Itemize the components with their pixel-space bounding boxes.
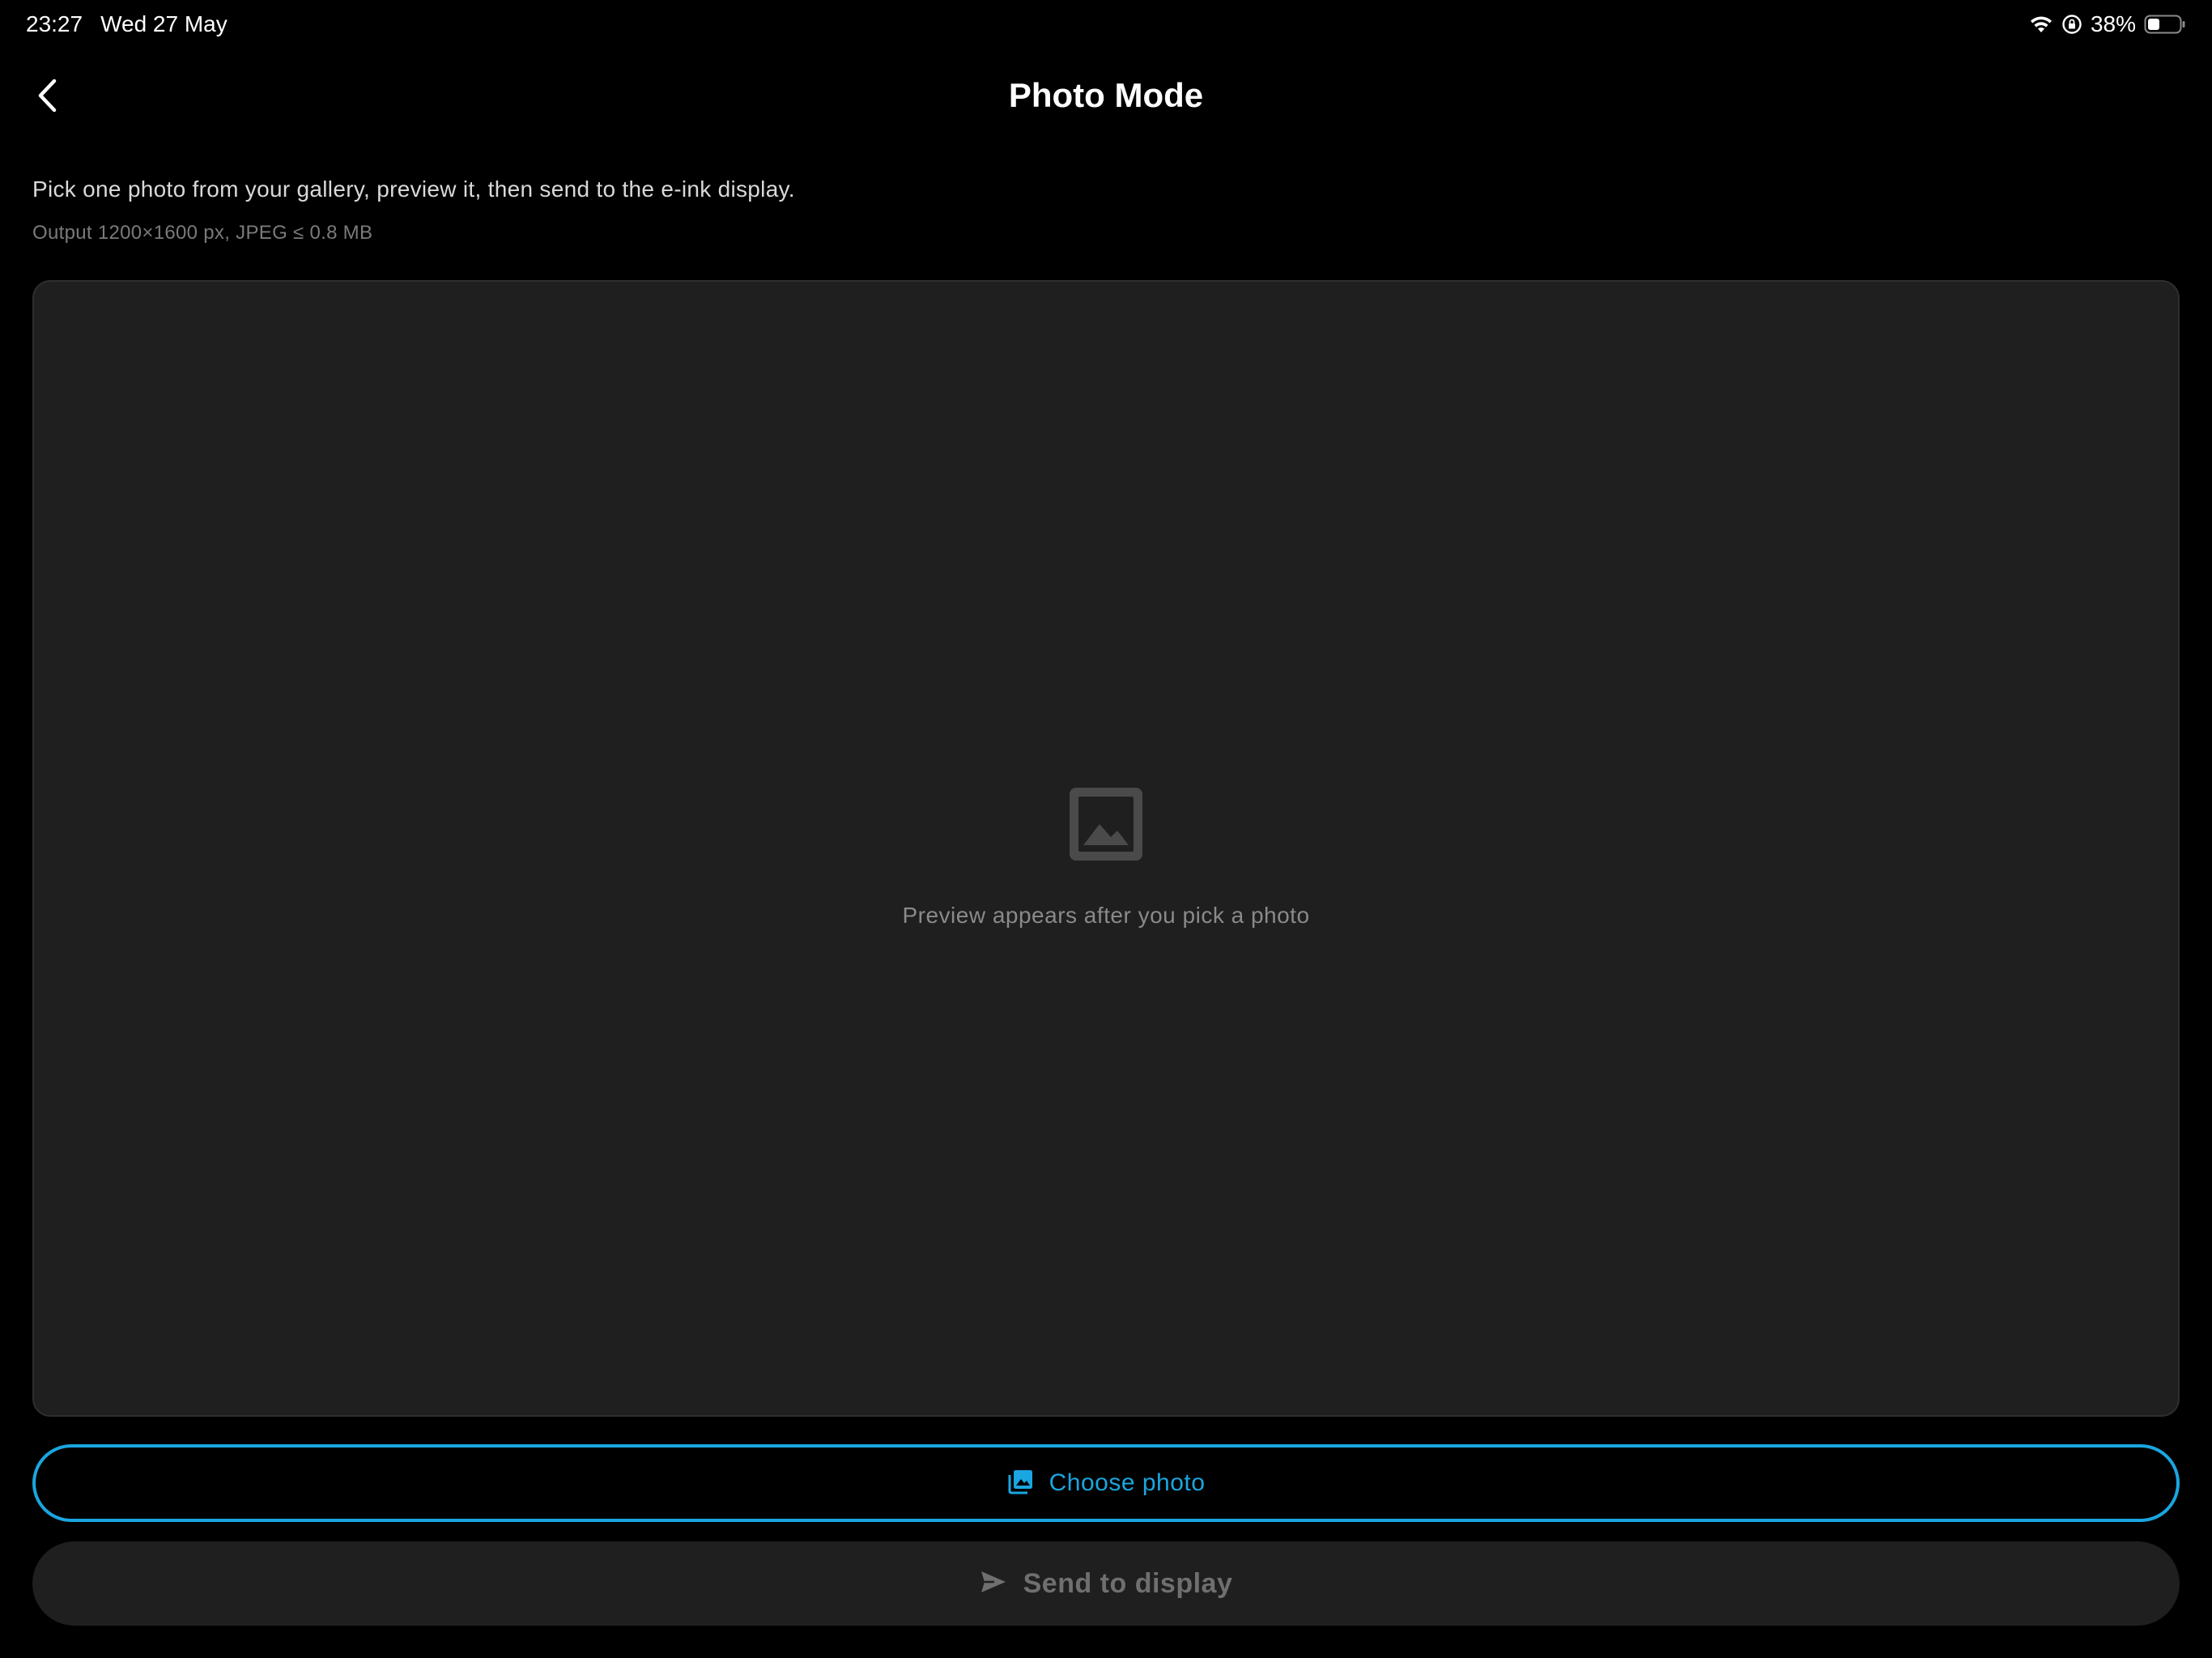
choose-photo-label: Choose photo [1049, 1469, 1206, 1496]
battery-percent: 38% [2090, 11, 2136, 36]
status-right: 38% [2029, 11, 2186, 37]
status-date: Wed 27 May [100, 11, 228, 36]
battery-icon [2144, 14, 2186, 35]
status-time: 23:27 [26, 11, 83, 36]
send-icon [980, 1570, 1007, 1598]
output-spec-note: Output 1200×1600 px, JPEG ≤ 0.8 MB [32, 222, 373, 244]
send-to-display-label: Send to display [1023, 1567, 1233, 1599]
description-text: Pick one photo from your gallery, previe… [32, 176, 795, 202]
status-bar: 23:27 Wed 27 May 38% [0, 0, 2212, 52]
nav-bar: Photo Mode [0, 65, 2212, 130]
wifi-icon [2029, 15, 2053, 34]
image-placeholder-icon [1066, 784, 1146, 869]
send-to-display-button[interactable]: Send to display [32, 1541, 2180, 1626]
status-left: 23:27 Wed 27 May [26, 11, 228, 37]
photo-library-icon [1007, 1468, 1035, 1499]
orientation-lock-icon [2061, 14, 2082, 35]
preview-placeholder: Preview appears after you pick a photo [34, 784, 2178, 929]
preview-placeholder-text: Preview appears after you pick a photo [902, 903, 1310, 928]
page-title: Photo Mode [1008, 76, 1204, 114]
photo-preview-panel: Preview appears after you pick a photo [32, 280, 2180, 1417]
choose-photo-button[interactable]: Choose photo [32, 1444, 2180, 1522]
